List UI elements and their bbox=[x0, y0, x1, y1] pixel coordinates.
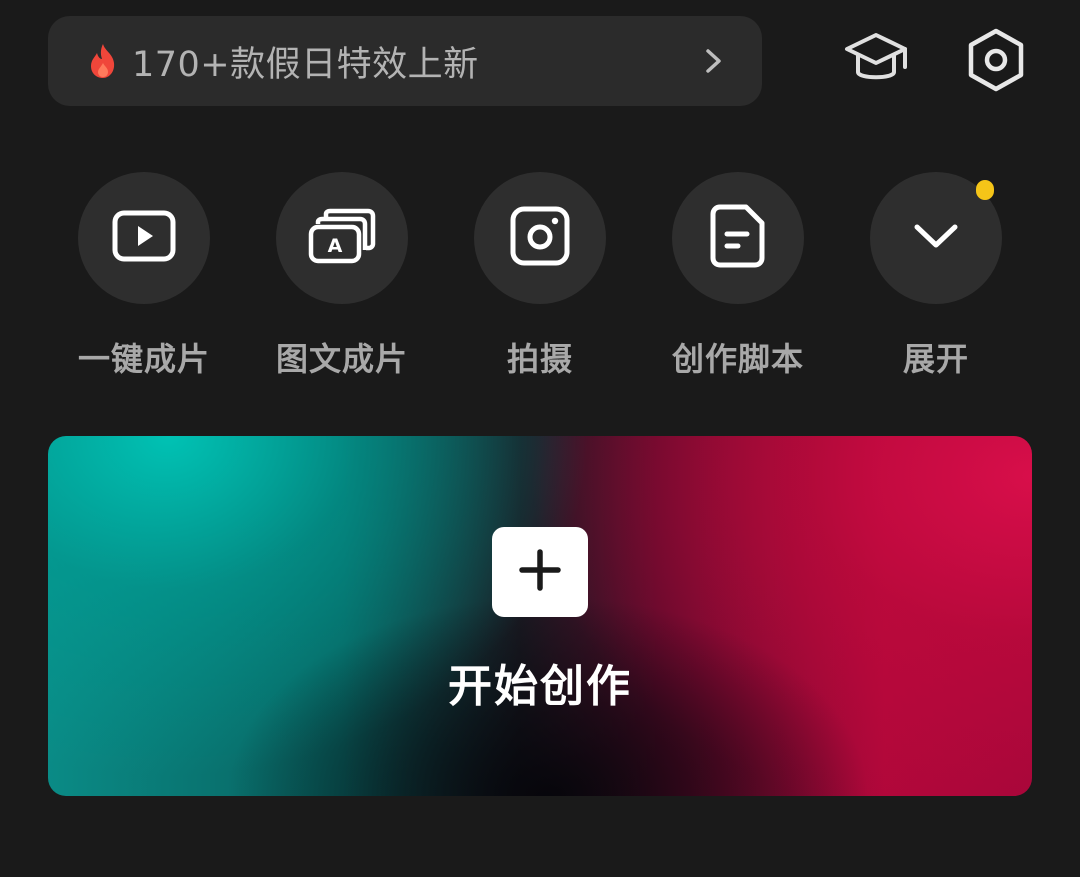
action-circle bbox=[78, 172, 210, 304]
action-circle bbox=[672, 172, 804, 304]
action-label: 拍摄 bbox=[506, 340, 573, 378]
settings-button[interactable] bbox=[958, 24, 1034, 100]
promo-text: 170+款假日特效上新 bbox=[132, 44, 479, 85]
action-text-to-video[interactable]: A 图文成片 bbox=[262, 172, 422, 382]
hexagon-settings-icon bbox=[965, 27, 1027, 97]
plus-button[interactable] bbox=[492, 527, 588, 617]
script-icon bbox=[710, 204, 766, 272]
action-circle: A bbox=[276, 172, 408, 304]
start-creating-label: 开始创作 bbox=[448, 661, 632, 712]
action-label: 展开 bbox=[902, 340, 969, 378]
action-circle bbox=[474, 172, 606, 304]
action-shoot[interactable]: 拍摄 bbox=[460, 172, 620, 382]
action-circle bbox=[870, 172, 1002, 304]
start-creating-card[interactable]: 开始创作 bbox=[48, 436, 1032, 796]
action-label: 一键成片 bbox=[77, 340, 210, 378]
chevron-down-icon bbox=[912, 221, 960, 255]
camera-icon bbox=[510, 206, 570, 270]
quick-actions: 一键成片 A 图文成片 拍摄 创作脚本 展开 bbox=[0, 172, 1080, 392]
text-card-icon: A bbox=[308, 208, 376, 268]
action-script[interactable]: 创作脚本 bbox=[658, 172, 818, 382]
action-label: 创作脚本 bbox=[671, 340, 804, 378]
notification-badge bbox=[976, 180, 994, 200]
home-screen: 170+款假日特效上新 一键成片 A 图文成片 拍摄 创作脚本 展开 开始创作 bbox=[0, 0, 1080, 877]
graduation-cap-icon bbox=[841, 29, 911, 95]
plus-icon bbox=[518, 548, 562, 596]
chevron-right-icon bbox=[702, 43, 726, 79]
tutorial-button[interactable] bbox=[838, 24, 914, 100]
action-one-click[interactable]: 一键成片 bbox=[64, 172, 224, 382]
promo-banner[interactable]: 170+款假日特效上新 bbox=[48, 16, 762, 106]
action-label: 图文成片 bbox=[275, 340, 408, 378]
svg-text:A: A bbox=[328, 235, 343, 257]
play-icon bbox=[112, 210, 176, 266]
action-expand[interactable]: 展开 bbox=[856, 172, 1016, 382]
fire-icon bbox=[86, 41, 120, 81]
